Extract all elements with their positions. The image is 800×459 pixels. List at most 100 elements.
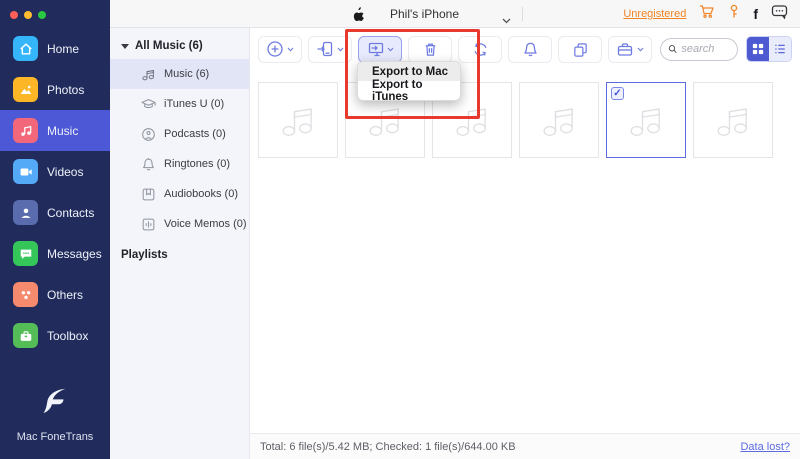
minimize-button[interactable] [24, 11, 32, 19]
chevron-down-icon [337, 47, 344, 52]
chevron-down-icon [637, 47, 644, 52]
device-bar-right: Unregistered f [623, 0, 788, 28]
library-item-itunes-u[interactable]: iTunes U (0) [110, 89, 249, 119]
podcast-icon [142, 127, 155, 141]
sidebar-item-label: Photos [47, 82, 85, 97]
toolbar [250, 28, 800, 70]
sidebar-item-messages[interactable]: Messages [0, 233, 110, 274]
music-icon [13, 118, 38, 143]
sidebar-item-label: Toolbox [47, 328, 89, 343]
apple-icon [352, 7, 364, 26]
mac-fonetrans-window: Home Photos Music Videos Contacts Messag… [0, 0, 800, 459]
sidebar-item-home[interactable]: Home [0, 28, 110, 69]
sidebar-nav: Home Photos Music Videos Contacts Messag… [0, 28, 110, 356]
refresh-icon [473, 42, 487, 56]
ringtone-button[interactable] [508, 35, 552, 63]
app-name: Mac FoneTrans [16, 431, 94, 443]
music-note-icon [142, 69, 154, 80]
file-grid: ✓ [258, 82, 800, 158]
device-chevron-down-icon[interactable] [502, 11, 511, 29]
sidebar-item-label: Home [47, 41, 80, 56]
export-to-computer-icon [368, 42, 384, 57]
audiobook-icon [142, 188, 155, 200]
library-item-ringtones[interactable]: Ringtones (0) [110, 149, 249, 179]
sidebar-item-toolbox[interactable]: Toolbox [0, 315, 110, 356]
sidebar-item-contacts[interactable]: Contacts [0, 192, 110, 233]
main-area: ✓ Total: 6 file(s)/5.42 MB; Checked: 1 f… [250, 28, 800, 459]
chevron-down-icon [287, 47, 294, 52]
facebook-icon[interactable]: f [753, 7, 758, 21]
view-toggle [746, 36, 792, 62]
music-file-tile[interactable] [258, 82, 338, 158]
bell-icon [523, 42, 537, 56]
close-button[interactable] [10, 11, 18, 19]
search-input[interactable] [681, 43, 730, 55]
others-icon [13, 282, 38, 307]
sidebar-item-label: Others [47, 287, 84, 302]
library-item-voice-memos[interactable]: Voice Memos (0) [110, 209, 249, 239]
graduation-cap-icon [141, 98, 156, 108]
fonetrans-logo-icon [43, 388, 66, 414]
unregistered-link[interactable]: Unregistered [623, 8, 686, 20]
toolbox-icon [617, 43, 633, 56]
music-file-tile[interactable] [519, 82, 599, 158]
library-item-music[interactable]: Music (6) [110, 59, 249, 89]
toolbox-icon [13, 323, 38, 348]
collapse-triangle-icon [121, 43, 129, 49]
divider [522, 7, 523, 21]
bell-icon [143, 157, 154, 170]
dedupe-button[interactable] [558, 35, 602, 63]
sidebar-footer: Mac FoneTrans [0, 387, 110, 459]
music-note-icon [717, 108, 747, 136]
grid-view-button[interactable] [747, 37, 769, 61]
menu-item-export-to-itunes[interactable]: Export to iTunes [358, 79, 460, 101]
sidebar-item-videos[interactable]: Videos [0, 151, 110, 192]
music-note-icon [456, 108, 486, 136]
cart-icon[interactable] [699, 4, 715, 24]
music-note-icon [543, 108, 573, 136]
grid-icon [752, 43, 764, 55]
sidebar-item-label: Contacts [47, 205, 95, 220]
videos-icon [13, 159, 38, 184]
list-icon [775, 44, 785, 54]
sidebar-item-label: Videos [47, 164, 84, 179]
feedback-icon[interactable] [771, 4, 788, 24]
delete-button[interactable] [408, 35, 452, 63]
sidebar-item-label: Messages [47, 246, 102, 261]
music-file-tile[interactable]: ✓ [606, 82, 686, 158]
data-lost-link[interactable]: Data lost? [740, 441, 790, 453]
library-item-audiobooks[interactable]: Audiobooks (0) [110, 179, 249, 209]
refresh-button[interactable] [458, 35, 502, 63]
search-icon [668, 45, 677, 53]
checkbox-checked[interactable]: ✓ [611, 87, 624, 100]
sidebar-item-photos[interactable]: Photos [0, 69, 110, 110]
main-sidebar: Home Photos Music Videos Contacts Messag… [0, 0, 110, 459]
library-item-podcasts[interactable]: Podcasts (0) [110, 119, 249, 149]
status-bar: Total: 6 file(s)/5.42 MB; Checked: 1 fil… [250, 433, 800, 459]
music-note-icon [369, 108, 399, 136]
library-panel: All Music (6) Music (6) iTunes U (0) Pod… [110, 28, 250, 459]
key-icon[interactable] [728, 4, 740, 24]
add-button[interactable] [258, 35, 302, 63]
all-music-header[interactable]: All Music (6) [110, 33, 249, 59]
export-to-phone-icon [317, 41, 333, 57]
music-file-tile[interactable] [693, 82, 773, 158]
toolbar-right [660, 36, 792, 62]
device-bar: Phil's iPhone Unregistered f [110, 0, 800, 28]
zoom-button[interactable] [38, 11, 46, 19]
toolbox-button[interactable] [608, 35, 652, 63]
export-to-computer-button[interactable] [358, 35, 402, 63]
copy-icon [573, 42, 587, 57]
export-to-device-button[interactable] [308, 35, 352, 63]
chevron-down-icon [387, 47, 394, 52]
sidebar-item-label: Music [47, 123, 79, 138]
photos-icon [13, 77, 38, 102]
search-box[interactable] [660, 37, 738, 61]
sidebar-item-music[interactable]: Music [0, 110, 110, 151]
window-controls [0, 0, 110, 24]
contacts-icon [13, 200, 38, 225]
status-summary: Total: 6 file(s)/5.42 MB; Checked: 1 fil… [260, 440, 516, 453]
list-view-button[interactable] [769, 37, 791, 61]
playlists-header[interactable]: Playlists [110, 240, 249, 270]
sidebar-item-others[interactable]: Others [0, 274, 110, 315]
